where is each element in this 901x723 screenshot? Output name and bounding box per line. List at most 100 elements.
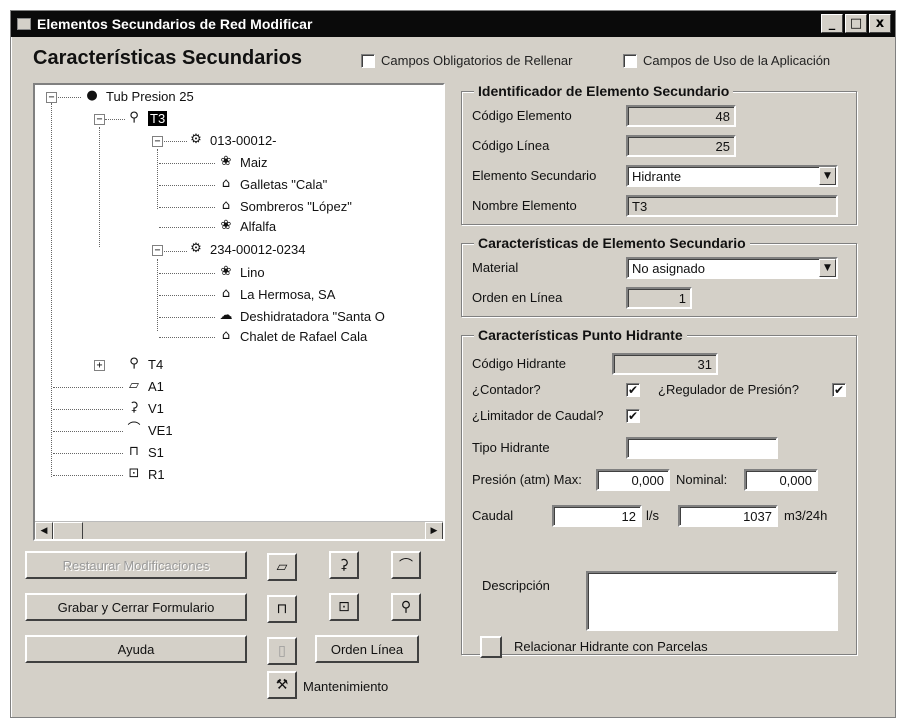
hydrant-type-field[interactable] xyxy=(626,437,778,459)
help-button[interactable]: Ayuda xyxy=(25,635,247,663)
tree-node-crop[interactable]: ❀ Lino xyxy=(217,264,265,280)
delete-button[interactable]: ▯ xyxy=(267,637,297,665)
expander-n2[interactable]: − xyxy=(152,245,163,256)
tree-node-r1[interactable]: ⊡ R1 xyxy=(125,466,165,482)
hydrant-icon: ⚲ xyxy=(129,110,139,125)
chevron-down-icon[interactable]: ▼ xyxy=(819,259,836,277)
form-window: Elementos Secundarios de Red Modificar _… xyxy=(10,10,896,718)
tree-node-factory[interactable]: ⌂ Galletas "Cala" xyxy=(217,176,327,192)
relate-parcels-button[interactable] xyxy=(480,636,502,658)
expander-t3[interactable]: − xyxy=(94,114,105,125)
relate-parcels-label: Relacionar Hidrante con Parcelas xyxy=(514,639,708,654)
app-fields-checkbox[interactable] xyxy=(623,53,637,68)
element-name-field[interactable]: T3 xyxy=(626,195,838,217)
hydrant-icon: ⚲ xyxy=(129,356,139,371)
tree-node-v1[interactable]: ⚳ V1 xyxy=(125,400,164,416)
meter-icon: ▱ xyxy=(276,559,288,575)
flow-ls-field[interactable]: 12 xyxy=(552,505,642,527)
secondary-element-label: Elemento Secundario xyxy=(472,168,597,183)
add-regulator-button[interactable]: ⊡ xyxy=(329,593,359,621)
network-tree[interactable]: − ● Tub Presion 25 − ⚲ T3 − ⚙ 013-00012-… xyxy=(33,83,445,541)
expander-t4[interactable]: + xyxy=(94,360,105,371)
element-characteristics-title: Características de Elemento Secundario xyxy=(474,235,750,251)
scroll-left-icon[interactable]: ◀ xyxy=(35,522,53,539)
pump-icon: ⊓ xyxy=(276,601,288,617)
regulator-icon: ⊡ xyxy=(128,466,140,481)
vent-icon: ⌒ xyxy=(399,558,413,574)
regulator-icon: ⊡ xyxy=(338,599,350,615)
tree-node-a1[interactable]: ▱ A1 xyxy=(125,378,164,394)
identifier-group: Identificador de Elemento Secundario Cód… xyxy=(461,83,857,225)
hydrant-type-label: Tipo Hidrante xyxy=(472,440,550,455)
restore-changes-button[interactable]: Restaurar Modificaciones xyxy=(25,551,247,579)
parcel-icon: ⚙ xyxy=(190,241,202,256)
tree-node-crop[interactable]: ❀ Alfalfa xyxy=(217,218,277,234)
close-button[interactable]: x xyxy=(869,14,891,33)
add-hydrant-button[interactable]: ⚲ xyxy=(391,593,421,621)
pressure-regulator-checkbox[interactable]: ✔ xyxy=(832,383,846,397)
scroll-thumb[interactable] xyxy=(53,522,83,539)
counter-checkbox[interactable]: ✔ xyxy=(626,383,640,397)
house-icon: ⌂ xyxy=(221,328,231,343)
line-code-field[interactable]: 25 xyxy=(626,135,736,157)
tree-node-factory[interactable]: ⌂ Sombreros "López" xyxy=(217,198,352,214)
title-bar: Elementos Secundarios de Red Modificar _… xyxy=(11,11,895,37)
material-select[interactable]: No asignado ▼ xyxy=(626,257,838,279)
valve-icon: ⚳ xyxy=(129,400,139,415)
tree-node-s1[interactable]: ⊓ S1 xyxy=(125,444,164,460)
scroll-right-icon[interactable]: ▶ xyxy=(425,522,443,539)
crop-icon: ❀ xyxy=(220,264,232,279)
flow-m3-unit: m3/24h xyxy=(784,508,828,523)
tree-node-t4[interactable]: ⚲ T4 xyxy=(125,356,163,372)
flow-m3-field[interactable]: 1037 xyxy=(678,505,778,527)
tree-node-crop[interactable]: ❀ Maiz xyxy=(217,154,268,170)
element-name-label: Nombre Elemento xyxy=(472,198,577,213)
tree-node-n1[interactable]: ⚙ 013-00012- xyxy=(187,132,276,148)
tree-node-dryer[interactable]: ☁ Deshidratadora "Santa O xyxy=(217,308,385,324)
secondary-element-select[interactable]: Hidrante ▼ xyxy=(626,165,838,187)
tree-node-house[interactable]: ⌂ Chalet de Rafael Cala xyxy=(217,328,367,344)
add-vent-button[interactable]: ⌒ xyxy=(391,551,421,579)
minimize-button[interactable]: _ xyxy=(821,14,843,33)
tree-node-n2[interactable]: ⚙ 234-00012-0234 xyxy=(187,241,305,257)
line-order-label: Orden en Línea xyxy=(472,290,563,305)
element-code-label: Código Elemento xyxy=(472,108,572,123)
counter-label: ¿Contador? xyxy=(472,382,541,397)
chevron-down-icon[interactable]: ▼ xyxy=(819,167,836,185)
pressure-max-field[interactable]: 0,000 xyxy=(596,469,670,491)
crop-icon: ❀ xyxy=(220,218,232,233)
pressure-nominal-field[interactable]: 0,000 xyxy=(744,469,818,491)
maximize-button[interactable]: □ xyxy=(845,14,867,33)
add-valve-button[interactable]: ⚳ xyxy=(329,551,359,579)
hydrant-code-label: Código Hidrante xyxy=(472,356,566,371)
dryer-icon: ☁ xyxy=(219,308,233,323)
line-order-button[interactable]: Orden Línea xyxy=(315,635,419,663)
required-fields-toggle[interactable]: Campos Obligatorios de Rellenar xyxy=(361,53,572,68)
parcel-icon: ⚙ xyxy=(190,132,202,147)
flow-limiter-checkbox[interactable]: ✔ xyxy=(626,409,640,423)
add-pump-button[interactable]: ⊓ xyxy=(267,595,297,623)
tree-horizontal-scrollbar[interactable]: ◀ ▶ xyxy=(35,521,443,539)
element-characteristics-group: Características de Elemento Secundario M… xyxy=(461,235,857,317)
tree-node-factory[interactable]: ⌂ La Hermosa, SA xyxy=(217,286,336,302)
required-fields-checkbox[interactable] xyxy=(361,53,375,68)
form-title: Características Secundarios xyxy=(33,47,303,69)
trash-icon: ▯ xyxy=(278,643,286,659)
expander-root[interactable]: − xyxy=(46,92,57,103)
tree-node-ve1[interactable]: ⌒ VE1 xyxy=(125,422,172,438)
expander-n1[interactable]: − xyxy=(152,136,163,147)
element-code-field[interactable]: 48 xyxy=(626,105,736,127)
description-field[interactable] xyxy=(586,571,838,631)
add-meter-button[interactable]: ▱ xyxy=(267,553,297,581)
flow-label: Caudal xyxy=(472,508,514,523)
maintenance-button[interactable]: ⚒ xyxy=(267,671,297,699)
hydrant-code-field[interactable]: 31 xyxy=(612,353,718,375)
meter-icon: ▱ xyxy=(129,378,139,393)
tree-node-t3[interactable]: ⚲ T3 xyxy=(125,110,168,126)
save-close-button[interactable]: Grabar y Cerrar Formulario xyxy=(25,593,247,621)
app-fields-toggle[interactable]: Campos de Uso de la Aplicación xyxy=(623,53,830,68)
tree-node-root[interactable]: ● Tub Presion 25 xyxy=(83,88,193,104)
description-label: Descripción xyxy=(482,578,550,593)
line-code-label: Código Línea xyxy=(472,138,550,153)
line-order-field[interactable]: 1 xyxy=(626,287,692,309)
